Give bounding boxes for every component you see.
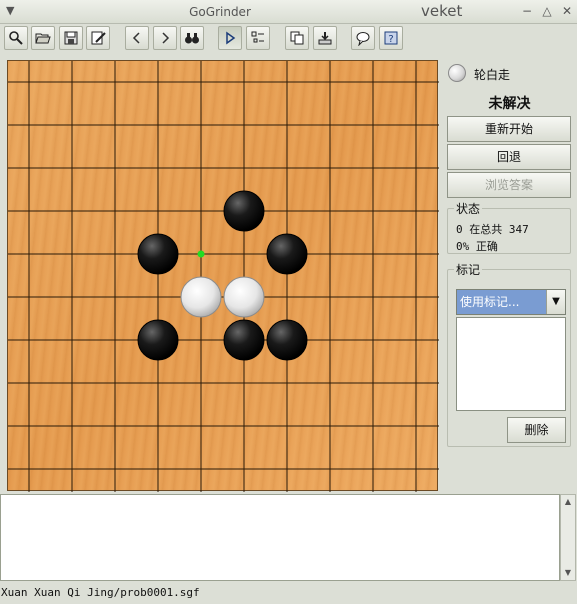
maximize-icon[interactable]: △	[539, 3, 555, 19]
search-button[interactable]	[4, 26, 28, 50]
marks-dropdown[interactable]: 使用标记... ▼	[456, 289, 566, 315]
play-icon	[226, 31, 236, 45]
magnifier-icon	[9, 31, 23, 45]
undo-button[interactable]: 回退	[447, 144, 571, 170]
copy-button[interactable]	[285, 26, 309, 50]
correct-text: 0% 正确	[456, 240, 498, 253]
status-bar: Xuan Xuan Qi Jing/prob0001.sgf	[1, 586, 200, 599]
browse-answer-button[interactable]: 浏览答案	[447, 172, 571, 198]
black-stone	[266, 233, 308, 275]
delete-button[interactable]: 删除	[507, 417, 566, 443]
save-button[interactable]	[59, 26, 83, 50]
restart-button[interactable]: 重新开始	[447, 116, 571, 142]
marks-group-title: 标记	[454, 261, 483, 278]
previous-button[interactable]	[125, 26, 149, 50]
chevron-left-icon	[132, 32, 140, 44]
svg-text:?: ?	[388, 34, 393, 45]
comment-button[interactable]	[351, 26, 375, 50]
scroll-down-icon[interactable]: ▼	[561, 566, 575, 580]
window-title: GoGrinder	[189, 5, 251, 19]
binoculars-icon	[185, 33, 199, 44]
find-button[interactable]	[180, 26, 204, 50]
list-icon	[251, 31, 264, 43]
pencil-note-icon	[91, 31, 106, 45]
marks-group: 标记 使用标记... ▼ 删除	[447, 261, 571, 447]
status-group: 状态 0 在总共 347 0% 正确	[447, 200, 571, 254]
board-grid[interactable]	[8, 61, 439, 492]
white-stone-icon	[448, 64, 466, 82]
problem-status: 未解决	[488, 96, 531, 112]
tray-download-icon	[318, 32, 332, 45]
white-stone	[223, 276, 265, 318]
speech-bubble-icon	[356, 32, 370, 46]
user-label: veket	[421, 2, 463, 20]
go-board[interactable]	[7, 60, 439, 492]
black-stone	[223, 190, 265, 232]
question-mark-icon: ?	[384, 31, 398, 45]
title-bar: ▼ GoGrinder veket − △ ✕	[0, 0, 577, 24]
marks-dropdown-value: 使用标记...	[457, 290, 546, 314]
copy-icon	[290, 31, 304, 45]
import-button[interactable]	[313, 26, 337, 50]
chevron-right-icon	[162, 32, 170, 44]
scroll-up-icon[interactable]: ▲	[561, 495, 575, 509]
side-panel: 轮白走 未解决 重新开始 回退 浏览答案 状态 0 在总共 347 0% 正确 …	[446, 60, 573, 490]
next-button[interactable]	[153, 26, 177, 50]
minimize-icon[interactable]: −	[519, 3, 535, 19]
toolbar: ?	[0, 24, 577, 56]
turn-label: 轮白走	[474, 68, 511, 82]
list-button[interactable]	[246, 26, 270, 50]
status-group-title: 状态	[454, 200, 483, 217]
black-stone	[266, 319, 308, 361]
black-stone	[223, 319, 265, 361]
open-button[interactable]	[31, 26, 55, 50]
folder-open-icon	[35, 33, 51, 44]
black-stone	[137, 319, 179, 361]
black-stone	[137, 233, 179, 275]
progress-text: 0 在总共 347	[456, 223, 529, 236]
close-icon[interactable]: ✕	[559, 3, 575, 19]
comment-area[interactable]	[0, 494, 560, 581]
help-button[interactable]: ?	[379, 26, 403, 50]
chevron-down-icon[interactable]: ▼	[546, 290, 565, 314]
comment-scrollbar[interactable]: ▲ ▼	[560, 494, 576, 581]
play-button[interactable]	[218, 26, 242, 50]
white-stone	[180, 276, 222, 318]
floppy-disk-icon	[64, 31, 78, 45]
move-marker	[197, 250, 205, 258]
edit-button[interactable]	[86, 26, 110, 50]
marks-list[interactable]	[456, 317, 566, 411]
